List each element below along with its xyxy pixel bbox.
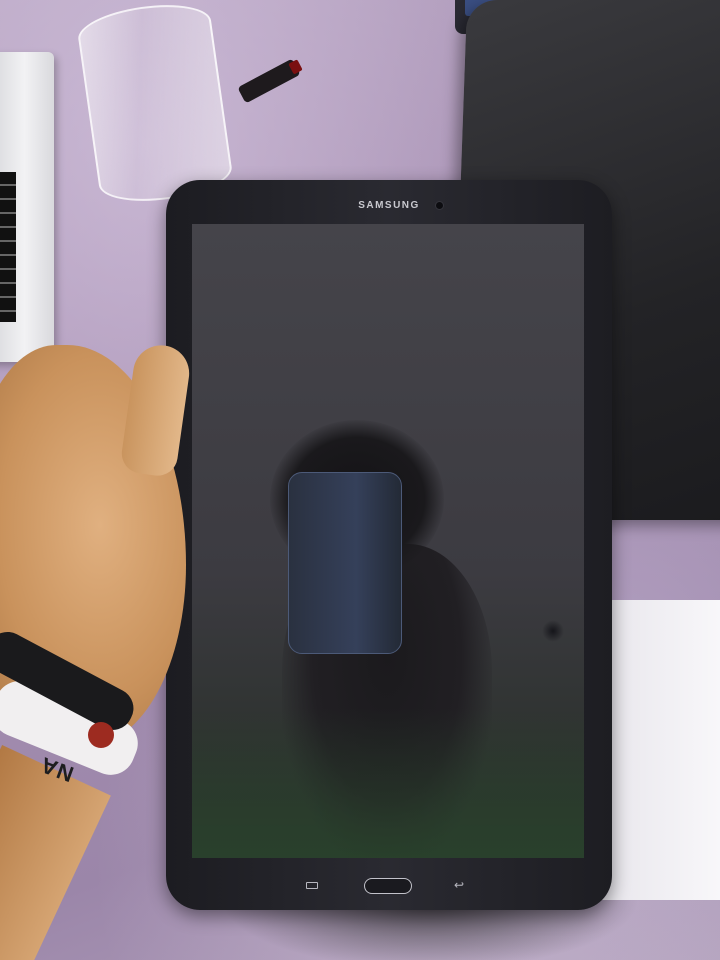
- tablet-screen: [192, 224, 584, 858]
- photo-scene: SAMSUNG ↩ NA: [0, 0, 720, 960]
- front-camera-icon: [436, 202, 443, 209]
- laptop-keyboard-edge: [0, 172, 16, 322]
- drinking-glass: [75, 0, 235, 209]
- samsung-tablet: SAMSUNG ↩: [166, 180, 612, 910]
- recent-apps-icon[interactable]: [306, 882, 318, 889]
- reflection-phone: [288, 472, 402, 654]
- wristband-logo-icon: [88, 722, 114, 748]
- brand-logo: SAMSUNG: [358, 200, 420, 211]
- white-box: [600, 600, 720, 900]
- silver-laptop: [0, 52, 54, 362]
- screen-smudge: [542, 620, 564, 642]
- back-icon[interactable]: ↩: [454, 879, 468, 891]
- home-button-icon[interactable]: [364, 878, 412, 894]
- reflection-green-shirt: [192, 708, 584, 858]
